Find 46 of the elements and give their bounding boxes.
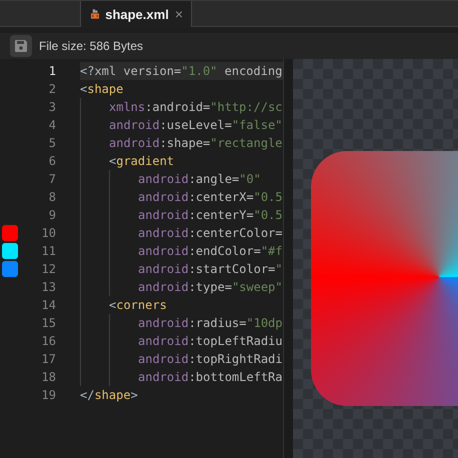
code-line: <corners bbox=[109, 297, 168, 314]
code-line: android:type="sweep" bbox=[138, 279, 283, 296]
code-line: android:centerY="0.5 bbox=[138, 207, 283, 224]
line-number: 12 bbox=[40, 262, 56, 276]
line-number: 16 bbox=[40, 334, 56, 348]
line-number: 19 bbox=[40, 388, 56, 402]
line-number: 4 bbox=[48, 118, 56, 132]
line-number: 7 bbox=[48, 172, 56, 186]
line-number: 18 bbox=[40, 370, 56, 384]
code-line: <shape bbox=[80, 81, 124, 98]
code-line: android:centerColor= bbox=[138, 225, 283, 242]
code-line: android:endColor="#f bbox=[138, 243, 283, 260]
line-number: 2 bbox=[48, 82, 56, 96]
code-line: android:centerX="0.5 bbox=[138, 189, 283, 206]
code-line: android:angle="0" bbox=[138, 171, 262, 188]
code-line: </shape> bbox=[80, 387, 139, 404]
line-number: 3 bbox=[48, 100, 56, 114]
code-line: android:topRightRadi bbox=[138, 351, 283, 368]
line-number: 8 bbox=[48, 190, 56, 204]
close-button[interactable]: × bbox=[174, 6, 183, 22]
line-number: 1 bbox=[48, 64, 56, 78]
code-line: android:bottomLeftRa bbox=[138, 369, 283, 386]
line-number: 5 bbox=[48, 136, 56, 150]
save-button[interactable] bbox=[10, 35, 32, 57]
color-swatch[interactable] bbox=[2, 243, 18, 259]
line-number: 17 bbox=[40, 352, 56, 366]
code-line: android:radius="10dp bbox=[138, 315, 283, 332]
code-line: android:topLeftRadiu bbox=[138, 333, 283, 350]
line-number: 9 bbox=[48, 208, 56, 222]
file-tab[interactable]: shape.xml × bbox=[80, 1, 192, 27]
line-number: 10 bbox=[40, 226, 56, 240]
file-size-label: File size: 586 Bytes bbox=[39, 39, 144, 53]
line-number: 14 bbox=[40, 298, 56, 312]
color-swatch[interactable] bbox=[2, 225, 18, 241]
code-line: <gradient bbox=[109, 153, 176, 170]
code-line: android:shape="rectangle bbox=[109, 135, 283, 152]
code-line: android:startColor=" bbox=[138, 261, 283, 278]
code-line: xmlns:android="http://sc bbox=[109, 99, 283, 116]
save-icon bbox=[15, 40, 27, 52]
tab-label: shape.xml bbox=[105, 6, 169, 22]
color-swatch[interactable] bbox=[2, 261, 18, 277]
line-number: 11 bbox=[40, 244, 56, 258]
line-number: 6 bbox=[48, 154, 56, 168]
line-number: 13 bbox=[40, 280, 56, 294]
line-number: 15 bbox=[40, 316, 56, 330]
code-line: android:useLevel="false" bbox=[109, 117, 283, 134]
